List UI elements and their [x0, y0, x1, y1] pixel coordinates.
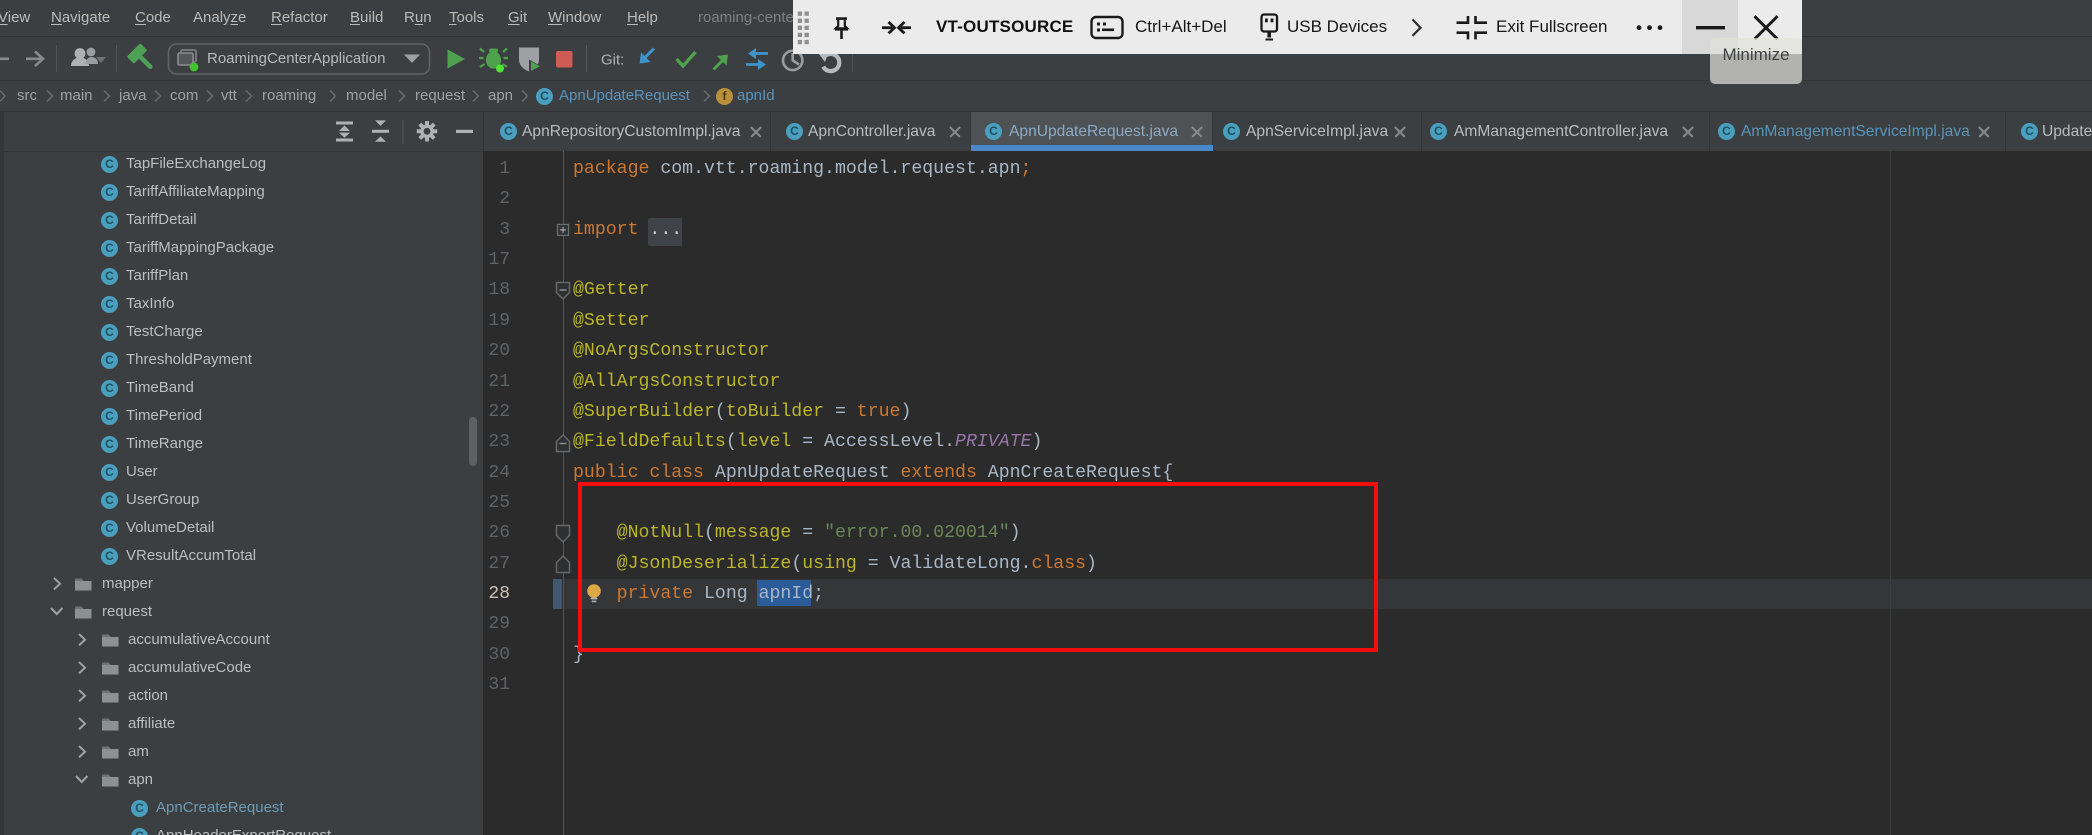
svg-text:Git:: Git:: [601, 52, 624, 69]
